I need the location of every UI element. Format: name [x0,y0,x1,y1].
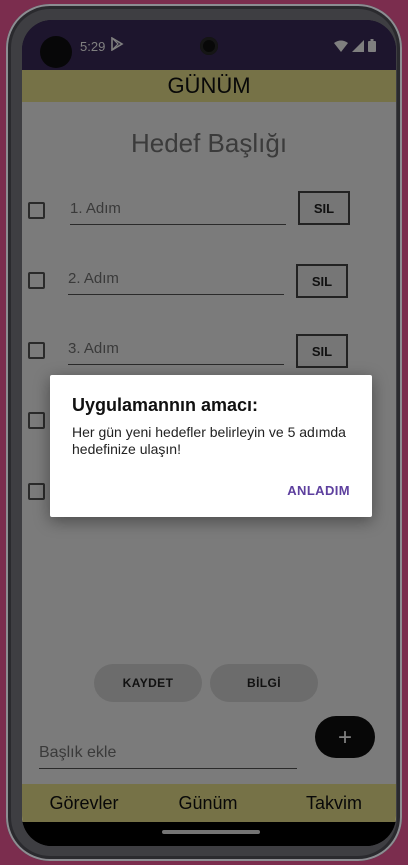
dialog-title: Uygulamannın amacı: [72,395,259,415]
info-dialog: Uygulamannın amacı: Her gün yeni hedefle… [50,375,372,517]
dialog-ok-button[interactable]: ANLADIM [287,483,350,498]
phone-frame: 5:29 GÜNÜM Hedef Başlığı SIL [6,4,402,861]
screen: 5:29 GÜNÜM Hedef Başlığı SIL [22,20,396,846]
dialog-message: Her gün yeni hedefler belirleyin ve 5 ad… [72,424,346,457]
